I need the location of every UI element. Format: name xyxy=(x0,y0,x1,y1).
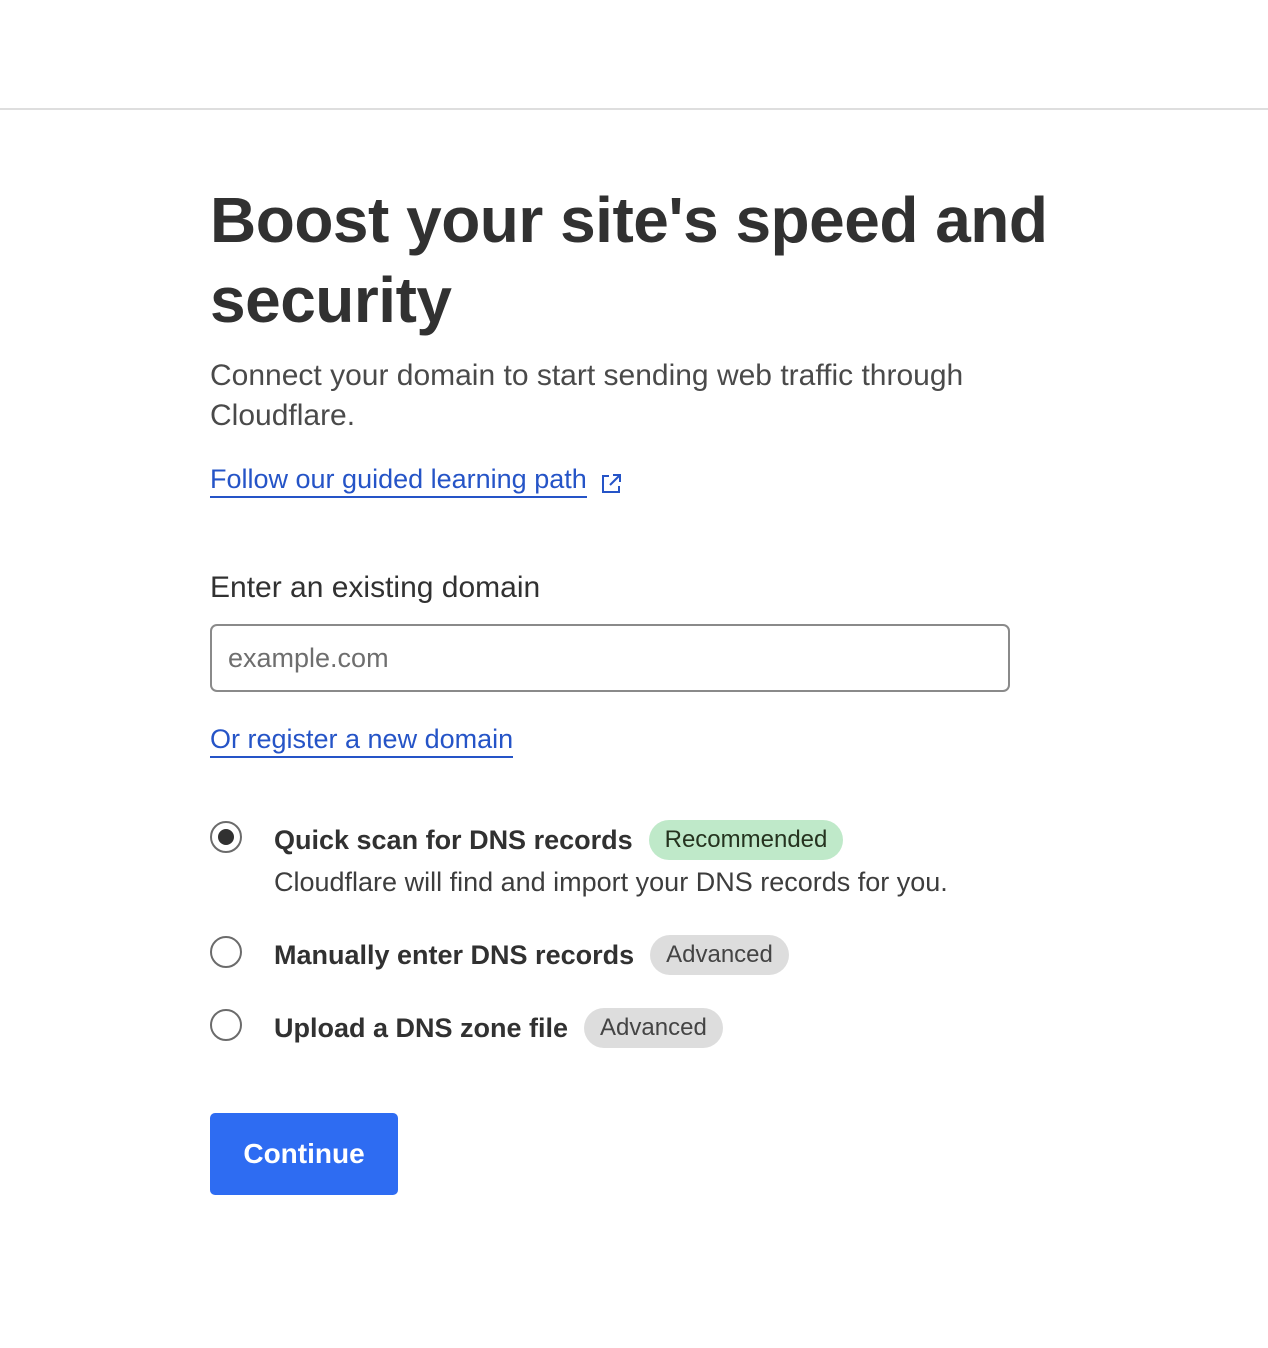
option-title: Manually enter DNS records xyxy=(274,940,635,970)
recommended-badge: Recommended xyxy=(648,820,844,860)
option-description: Cloudflare will find and import your DNS… xyxy=(274,867,948,897)
continue-button[interactable]: Continue xyxy=(210,1113,398,1195)
quick-scan-radio[interactable] xyxy=(210,821,242,853)
page-subtitle: Connect your domain to start sending web… xyxy=(210,359,964,432)
domain-input[interactable] xyxy=(210,624,1010,692)
external-link-icon xyxy=(599,468,623,493)
option-quick-scan[interactable]: Quick scan for DNS records Recommended C… xyxy=(210,820,1070,901)
option-manual-entry[interactable]: Manually enter DNS records Advanced xyxy=(210,935,1070,975)
register-domain-link[interactable]: Or register a new domain xyxy=(210,722,514,758)
dns-import-options: Quick scan for DNS records Recommended C… xyxy=(210,820,1070,1048)
option-upload-zone-file[interactable]: Upload a DNS zone file Advanced xyxy=(210,1008,1070,1048)
domain-field-label: Enter an existing domain xyxy=(210,571,541,604)
top-header-bar xyxy=(0,0,1268,110)
guided-learning-link[interactable]: Follow our guided learning path xyxy=(210,462,623,498)
page-title: Boost your site's speed and security xyxy=(210,184,1048,336)
option-title: Upload a DNS zone file xyxy=(274,1013,569,1043)
advanced-badge: Advanced xyxy=(584,1008,723,1048)
upload-zone-file-radio[interactable] xyxy=(210,1009,242,1041)
manual-entry-radio[interactable] xyxy=(210,936,242,968)
option-title: Quick scan for DNS records xyxy=(274,825,633,855)
advanced-badge: Advanced xyxy=(650,935,789,975)
onboarding-panel: Boost your site's speed and security Con… xyxy=(210,180,1070,1195)
guided-learning-link-label: Follow our guided learning path xyxy=(210,462,587,498)
